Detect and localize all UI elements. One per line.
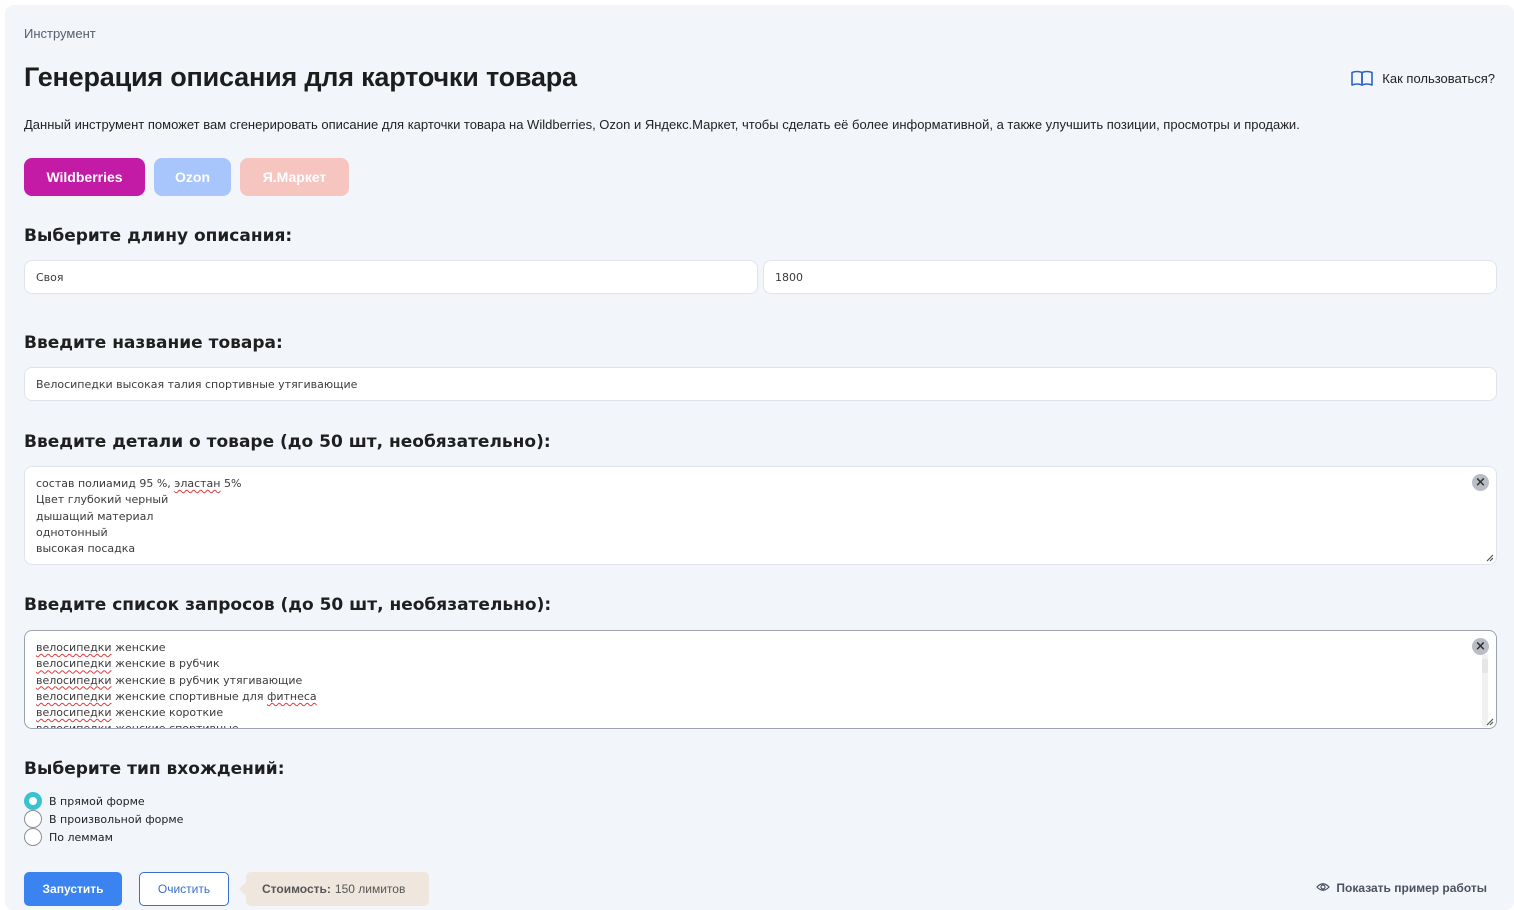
resize-grip-icon[interactable]	[1484, 716, 1494, 726]
details-line: дышащий материал	[36, 509, 154, 523]
query-line: велосипедки женские короткие	[36, 706, 224, 720]
details-textarea[interactable]: состав полиамид 95 %, эластан 5% Цвет гл…	[24, 466, 1497, 565]
howto-label: Как пользоваться?	[1382, 70, 1495, 86]
length-mode-select[interactable]: Своя	[24, 260, 758, 294]
breadcrumb[interactable]: Инструмент	[24, 26, 96, 41]
resize-grip-icon[interactable]	[1484, 552, 1494, 562]
queries-heading: Введите список запросов (до 50 шт, необя…	[24, 595, 552, 615]
details-heading: Введите детали о товаре (до 50 шт, необя…	[24, 432, 551, 452]
radio-button[interactable]	[24, 792, 42, 810]
query-line: велосипедки женские	[36, 641, 166, 654]
occurrence-option-direct[interactable]: В прямой форме	[24, 792, 145, 810]
occurrence-option-label: В произвольной форме	[49, 812, 184, 826]
show-example-link[interactable]: Показать пример работы	[1316, 881, 1487, 895]
product-name-heading: Введите название товара:	[24, 333, 283, 353]
howto-link[interactable]: Как пользоваться?	[1351, 70, 1495, 86]
eye-icon	[1316, 881, 1331, 895]
query-line: велосипедки женские в рубчик утягивающие	[36, 673, 303, 687]
clear-button[interactable]: Очистить	[139, 872, 229, 906]
tool-description: Данный инструмент поможет вам сгенериров…	[24, 117, 1300, 132]
radio-button[interactable]	[24, 828, 42, 846]
details-line: состав полиамид 95 %, эластан 5%	[36, 477, 242, 490]
occurrence-option-label: В прямой форме	[49, 794, 145, 808]
query-line: велосипедки женские спортивные для фитне…	[36, 689, 317, 703]
details-line: Цвет глубокий черный	[36, 493, 169, 507]
queries-textarea[interactable]: велосипедки женские велосипедки женские …	[24, 630, 1497, 729]
close-circle-icon[interactable]: ×	[1472, 474, 1489, 491]
details-line: высокая посадка	[36, 542, 136, 556]
run-button[interactable]: Запустить	[24, 872, 122, 906]
occurrence-heading: Выберите тип вхождений:	[24, 759, 285, 779]
length-value-input[interactable]: 1800	[763, 260, 1497, 294]
cost-badge: Стоимость: 150 лимитов	[239, 872, 429, 906]
marketplace-wildberries-button[interactable]: Wildberries	[24, 158, 145, 196]
radio-button[interactable]	[24, 810, 42, 828]
cost-value: 150 лимитов	[334, 882, 406, 896]
marketplace-ozon-button[interactable]: Ozon	[154, 158, 231, 196]
product-name-input[interactable]: Велосипедки высокая талия спортивные утя…	[24, 367, 1497, 401]
length-heading: Выберите длину описания:	[24, 226, 293, 246]
query-line: велосипедки женские спортивные	[36, 722, 239, 729]
occurrence-option-free[interactable]: В произвольной форме	[24, 810, 183, 828]
marketplace-yandex-market-button[interactable]: Я.Маркет	[240, 158, 349, 196]
close-circle-icon[interactable]: ×	[1472, 638, 1489, 655]
occurrence-option-lemmas[interactable]: По леммам	[24, 828, 113, 846]
cost-label: Стоимость:	[262, 882, 331, 896]
show-example-label: Показать пример работы	[1336, 881, 1487, 895]
page-title: Генерация описания для карточки товара	[24, 62, 577, 92]
book-icon	[1351, 70, 1374, 86]
query-line: велосипедки женские в рубчик	[36, 657, 220, 671]
occurrence-option-label: По леммам	[49, 830, 113, 844]
details-line: однотонный	[36, 525, 108, 539]
